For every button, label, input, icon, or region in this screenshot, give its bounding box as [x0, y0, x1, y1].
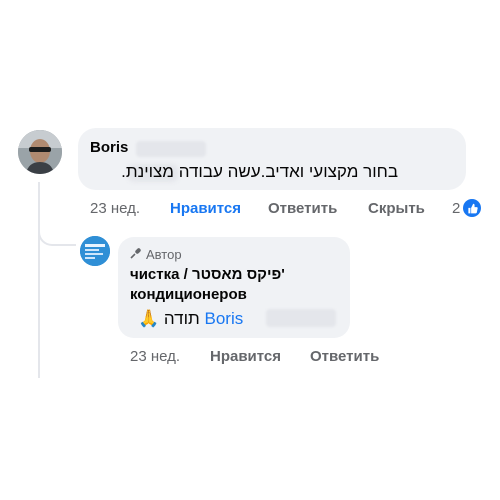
- thread-line: [38, 182, 40, 378]
- redacted-name: [136, 141, 206, 157]
- comment-actions: 23 нед. Нравится Ответить Скрыть: [90, 200, 450, 220]
- thread-branch: [38, 222, 76, 246]
- mention-link[interactable]: Boris: [205, 309, 244, 328]
- reply-bubble: Автор чистка / פיקס מאסטר' кондиционеров…: [118, 237, 350, 338]
- reply-like-button[interactable]: Нравится: [210, 348, 281, 365]
- reply-text: 🙏 תודה Boris: [138, 309, 243, 329]
- reply-reply-button[interactable]: Ответить: [310, 348, 379, 365]
- thumbs-up-icon: [463, 199, 482, 217]
- author-badge: Автор: [130, 247, 182, 262]
- author-badge-label: Автор: [146, 247, 182, 262]
- reaction-count: 2: [452, 199, 461, 217]
- comment-bubble: Boris בחור מקצועי ואדיב.עשה עבודה מצוינת…: [78, 128, 466, 190]
- reply-actions: 23 нед. Нравится Ответить: [130, 348, 430, 368]
- redacted-mention: [266, 309, 336, 327]
- pray-emoji: 🙏: [138, 309, 160, 328]
- reply-word: תודה: [163, 309, 200, 328]
- reaction-summary[interactable]: 2: [452, 199, 482, 217]
- comment-time[interactable]: 23 нед.: [90, 200, 140, 217]
- hide-button[interactable]: Скрыть: [368, 200, 425, 217]
- reply-author-line2: кондиционеров: [130, 286, 247, 303]
- reply-avatar[interactable]: [80, 236, 110, 266]
- reply-time[interactable]: 23 нед.: [130, 348, 180, 365]
- avatar[interactable]: [18, 130, 62, 174]
- reply-button[interactable]: Ответить: [268, 200, 337, 217]
- comment-author[interactable]: Boris: [90, 139, 128, 156]
- reply-author-line1: чистка / פיקס מאסטר': [130, 266, 285, 283]
- microphone-icon: [130, 247, 142, 262]
- like-button[interactable]: Нравится: [170, 200, 241, 217]
- comment-text: בחור מקצועי ואדיב.עשה עבודה מצוינת.: [121, 162, 398, 181]
